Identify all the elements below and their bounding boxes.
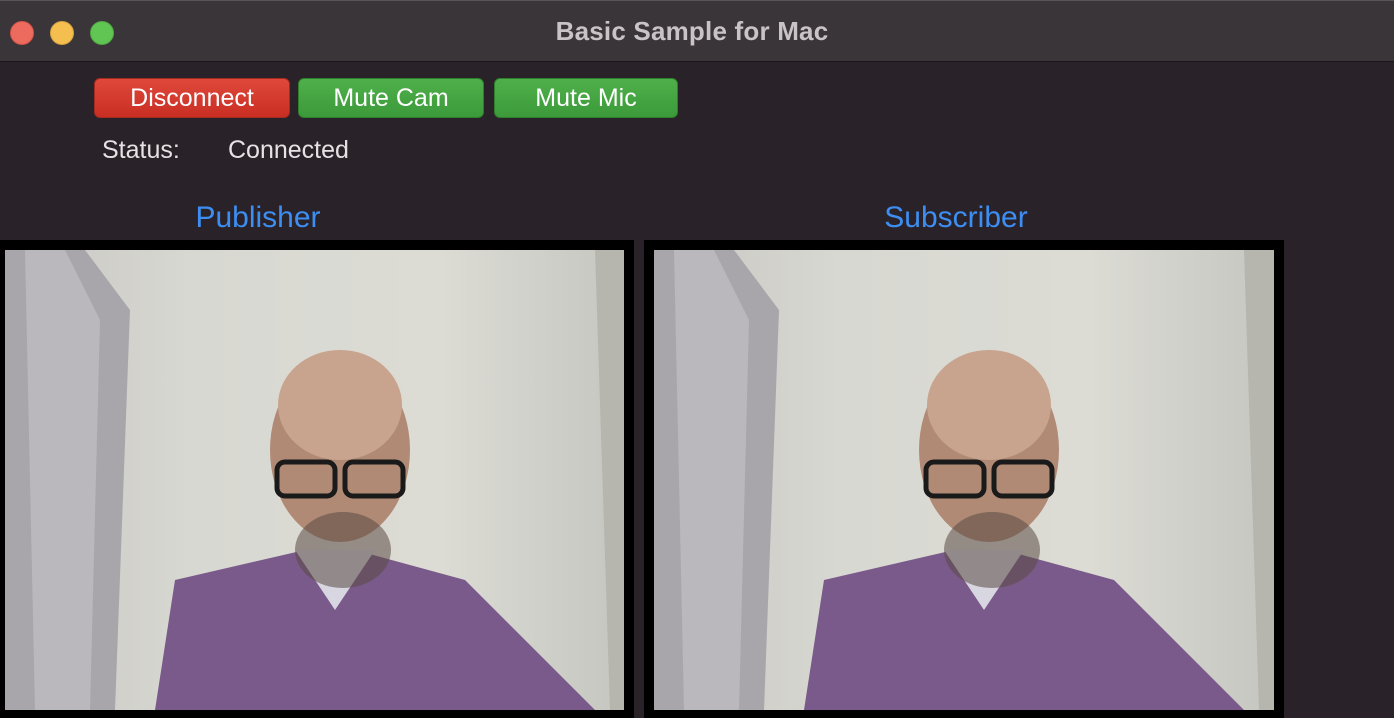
mute-cam-button[interactable]: Mute Cam: [298, 78, 484, 118]
publisher-label: Publisher: [195, 201, 321, 234]
publisher-video: [5, 250, 624, 710]
title-bar: Basic Sample for Mac: [0, 0, 1394, 62]
window-title: Basic Sample for Mac: [555, 16, 829, 46]
status-value: Connected: [228, 136, 349, 164]
disconnect-button[interactable]: Disconnect: [94, 78, 290, 118]
subscriber-video: [654, 250, 1274, 710]
subscriber-video-frame: [644, 240, 1284, 718]
title-bar-highlight: [0, 0, 1394, 1]
publisher-video-frame: [0, 240, 634, 718]
status-label: Status:: [102, 136, 180, 164]
subscriber-label: Subscriber: [884, 201, 1028, 234]
publisher-video-image: [5, 250, 624, 710]
subscriber-video-image: [654, 250, 1274, 710]
mute-mic-button[interactable]: Mute Mic: [494, 78, 678, 118]
